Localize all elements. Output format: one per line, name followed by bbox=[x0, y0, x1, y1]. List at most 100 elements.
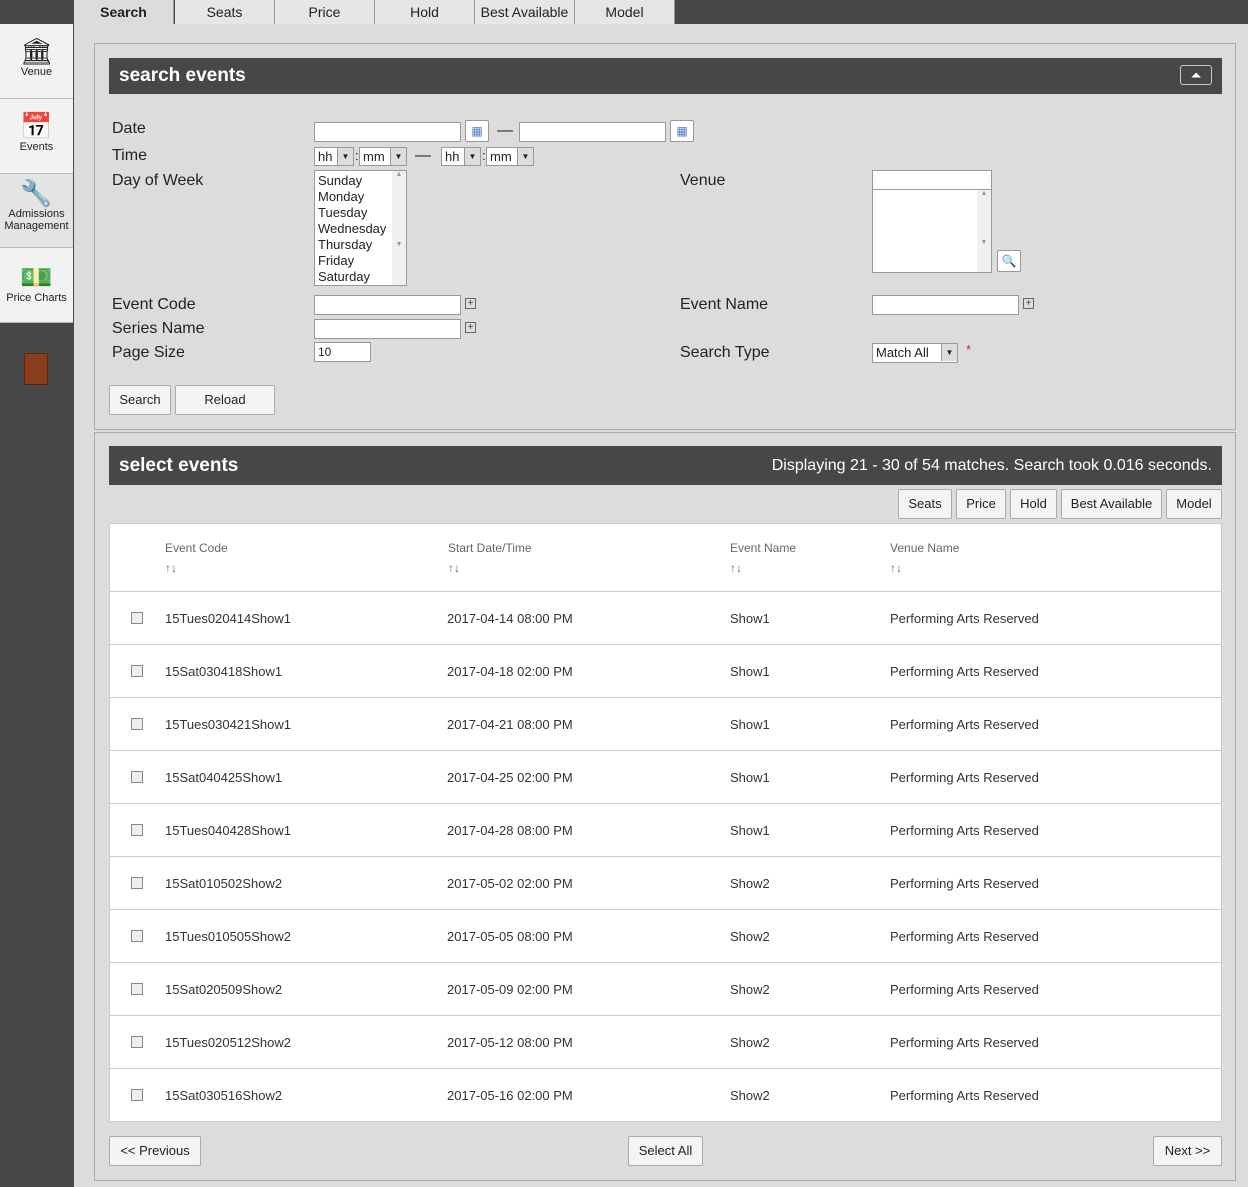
exit-door-icon[interactable] bbox=[24, 353, 48, 385]
sort-arrows-icon[interactable]: ↑↓ bbox=[890, 561, 959, 575]
start-date-cell: 2017-04-21 08:00 PM bbox=[447, 717, 573, 732]
row-checkbox[interactable] bbox=[131, 1089, 143, 1101]
previous-button[interactable]: << Previous bbox=[109, 1136, 201, 1166]
sidebar-item-venue[interactable]: 🏛 Venue bbox=[0, 24, 73, 99]
venue-input[interactable] bbox=[872, 170, 992, 190]
calendar-icon[interactable]: ▦ bbox=[465, 120, 489, 142]
venue-name-cell: Performing Arts Reserved bbox=[890, 1088, 1039, 1103]
chevron-down-icon: ▼ bbox=[390, 148, 406, 165]
day-of-week-list[interactable]: Sunday Monday Tuesday Wednesday Thursday… bbox=[314, 170, 407, 286]
event-name-label: Event Name bbox=[680, 296, 769, 313]
venue-name-cell: Performing Arts Reserved bbox=[890, 664, 1039, 679]
tab-bar: Search Seats Price Hold Best Available M… bbox=[74, 0, 1248, 24]
row-checkbox[interactable] bbox=[131, 718, 143, 730]
series-name-label: Series Name bbox=[112, 320, 205, 337]
day-of-week-label: Day of Week bbox=[112, 172, 204, 189]
row-checkbox[interactable] bbox=[131, 612, 143, 624]
venue-name-cell: Performing Arts Reserved bbox=[890, 1035, 1039, 1050]
date-label: Date bbox=[112, 120, 146, 137]
hold-button[interactable]: Hold bbox=[1010, 489, 1057, 519]
row-checkbox[interactable] bbox=[131, 930, 143, 942]
sidebar-item-admissions[interactable]: 🔧 Admissions Management bbox=[0, 174, 73, 248]
column-label: Start Date/Time bbox=[448, 541, 532, 555]
sort-arrows-icon[interactable]: ↑↓ bbox=[448, 561, 532, 575]
search-type-select[interactable]: Match All ▼ bbox=[872, 343, 958, 363]
table-row[interactable]: 15Tues010505Show2 2017-05-05 08:00 PM Show… bbox=[110, 909, 1221, 962]
page-size-label: Page Size bbox=[112, 344, 185, 361]
event-code-label: Event Code bbox=[112, 296, 196, 313]
panel-title: select events bbox=[119, 455, 239, 476]
event-name-cell: Show1 bbox=[730, 717, 770, 732]
tab-search[interactable]: Search bbox=[74, 0, 174, 24]
row-checkbox[interactable] bbox=[131, 983, 143, 995]
from-minute-select[interactable]: mm ▼ bbox=[359, 147, 407, 166]
event-name-cell: Show1 bbox=[730, 664, 770, 679]
tab-best-available[interactable]: Best Available bbox=[475, 0, 575, 24]
table-row[interactable]: 15Sat030516Show2 2017-05-16 02:00 PM Show2… bbox=[110, 1068, 1221, 1121]
sidebar-item-price-charts[interactable]: 💵 Price Charts bbox=[0, 248, 73, 323]
table-row[interactable]: 15Tues030421Show1 2017-04-21 08:00 PM Show… bbox=[110, 697, 1221, 750]
table-row[interactable]: 15Tues040428Show1 2017-04-28 08:00 PM Show… bbox=[110, 803, 1221, 856]
from-hour-select[interactable]: hh ▼ bbox=[314, 147, 354, 166]
table-row[interactable]: 15Sat040425Show1 2017-04-25 02:00 PM Show1… bbox=[110, 750, 1221, 803]
event-name-input[interactable] bbox=[872, 295, 1019, 315]
plus-icon[interactable]: + bbox=[1023, 298, 1034, 309]
venue-label: Venue bbox=[680, 172, 726, 189]
row-checkbox[interactable] bbox=[131, 1036, 143, 1048]
chevron-down-icon: ▼ bbox=[517, 148, 533, 165]
tab-model[interactable]: Model bbox=[575, 0, 675, 24]
venue-name-cell: Performing Arts Reserved bbox=[890, 876, 1039, 891]
row-checkbox[interactable] bbox=[131, 771, 143, 783]
search-button[interactable]: Search bbox=[109, 385, 171, 415]
row-checkbox[interactable] bbox=[131, 877, 143, 889]
event-name-cell: Show2 bbox=[730, 982, 770, 997]
scrollbar[interactable]: ▲ ▼ bbox=[977, 190, 991, 272]
to-minute-select[interactable]: mm ▼ bbox=[486, 147, 534, 166]
column-header-venue-name[interactable]: Venue Name ↑↓ bbox=[890, 541, 959, 575]
table-row[interactable]: 15Sat030418Show1 2017-04-18 02:00 PM Show1… bbox=[110, 644, 1221, 697]
search-type-label: Search Type bbox=[680, 344, 770, 361]
reload-button[interactable]: Reload bbox=[175, 385, 275, 415]
column-header-event-code[interactable]: Event Code ↑↓ bbox=[165, 541, 228, 575]
venue-name-cell: Performing Arts Reserved bbox=[890, 982, 1039, 997]
price-button[interactable]: Price bbox=[956, 489, 1006, 519]
table-row[interactable]: 15Tues020414Show1 2017-04-14 08:00 PM Show… bbox=[110, 591, 1221, 644]
column-label: Event Name bbox=[730, 541, 797, 555]
column-header-start-date[interactable]: Start Date/Time ↑↓ bbox=[448, 541, 532, 575]
tab-hold[interactable]: Hold bbox=[375, 0, 475, 24]
collapse-icon[interactable]: ⏶ bbox=[1180, 65, 1212, 85]
table-row[interactable]: 15Tues020512Show2 2017-05-12 08:00 PM Show… bbox=[110, 1015, 1221, 1068]
sort-arrows-icon[interactable]: ↑↓ bbox=[165, 561, 228, 575]
page-size-input[interactable]: 10 bbox=[314, 342, 371, 362]
select-all-button[interactable]: Select All bbox=[628, 1136, 703, 1166]
seats-button[interactable]: Seats bbox=[898, 489, 952, 519]
best-available-button[interactable]: Best Available bbox=[1061, 489, 1162, 519]
calendar-icon: 📅 bbox=[20, 111, 53, 141]
to-hour-select[interactable]: hh ▼ bbox=[441, 147, 481, 166]
table-row[interactable]: 15Sat010502Show2 2017-05-02 02:00 PM Show2… bbox=[110, 856, 1221, 909]
chevron-down-icon: ▼ bbox=[464, 148, 480, 165]
table-row[interactable]: 15Sat020509Show2 2017-05-09 02:00 PM Show2… bbox=[110, 962, 1221, 1015]
search-icon[interactable]: 🔍 bbox=[997, 250, 1021, 272]
tab-price[interactable]: Price bbox=[275, 0, 375, 24]
column-header-event-name[interactable]: Event Name ↑↓ bbox=[730, 541, 796, 575]
calendar-icon[interactable]: ▦ bbox=[670, 120, 694, 142]
plus-icon[interactable]: + bbox=[465, 322, 476, 333]
date-from-input[interactable] bbox=[314, 122, 461, 142]
row-checkbox[interactable] bbox=[131, 824, 143, 836]
date-to-input[interactable] bbox=[519, 122, 666, 142]
scrollbar[interactable]: ▲ ▼ bbox=[392, 171, 406, 285]
event-name-cell: Show1 bbox=[730, 823, 770, 838]
model-button[interactable]: Model bbox=[1166, 489, 1222, 519]
price-chart-icon: 💵 bbox=[20, 262, 53, 292]
event-code-cell: 15Tues010505Show2 bbox=[165, 929, 292, 944]
venue-list[interactable]: ▲ ▼ bbox=[872, 189, 992, 273]
sort-arrows-icon[interactable]: ↑↓ bbox=[730, 561, 796, 575]
event-code-input[interactable] bbox=[314, 295, 461, 315]
next-button[interactable]: Next >> bbox=[1153, 1136, 1222, 1166]
sidebar-item-events[interactable]: 📅 Events bbox=[0, 99, 73, 174]
series-name-input[interactable] bbox=[314, 319, 461, 339]
row-checkbox[interactable] bbox=[131, 665, 143, 677]
plus-icon[interactable]: + bbox=[465, 298, 476, 309]
tab-seats[interactable]: Seats bbox=[175, 0, 275, 24]
